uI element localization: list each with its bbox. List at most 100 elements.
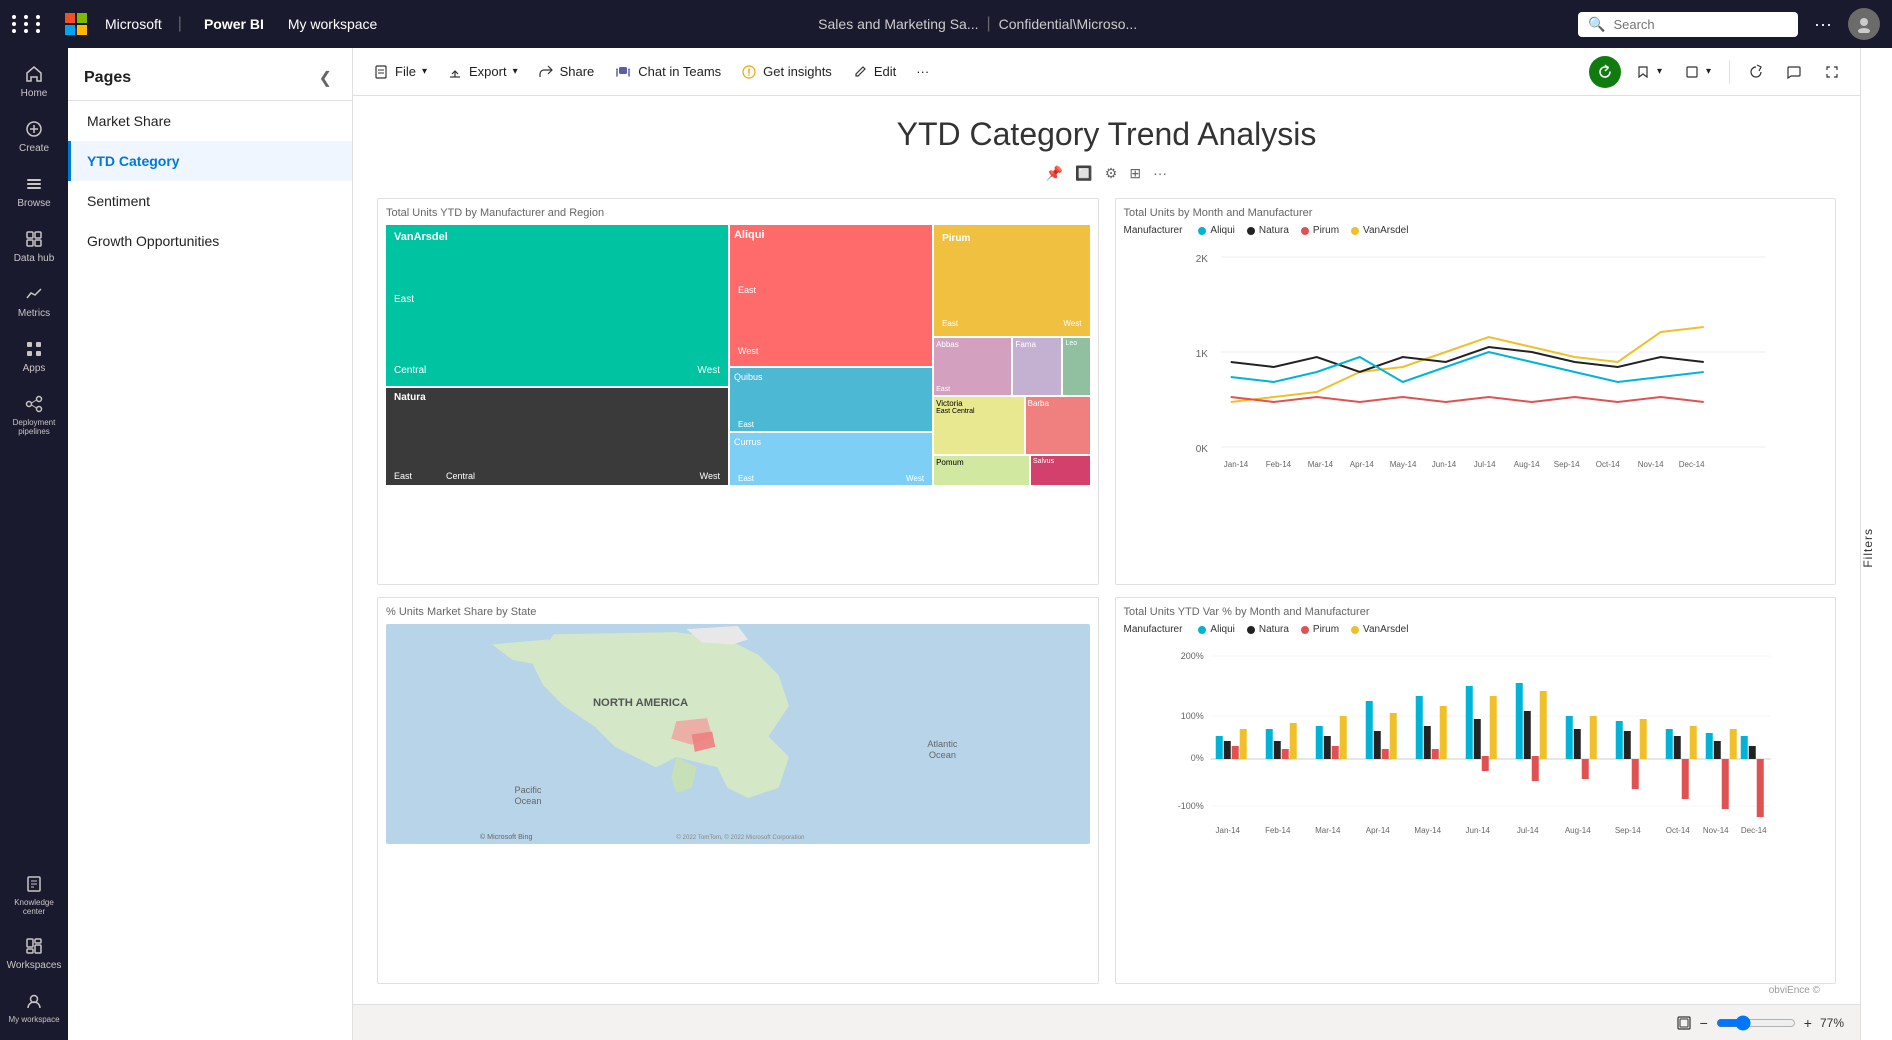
svg-text:Nov-14: Nov-14: [1702, 826, 1728, 835]
toolbar: File ▾ Export ▾: [353, 48, 1860, 96]
nav-workspaces[interactable]: Workspaces: [4, 928, 64, 979]
svg-text:Apr-14: Apr-14: [1365, 826, 1390, 835]
export-label: Export: [469, 64, 507, 79]
file-label: File: [395, 64, 416, 79]
search-input[interactable]: [1613, 17, 1773, 32]
sensitivity-label[interactable]: Confidential\Microso...: [999, 16, 1138, 32]
svg-text:Jul-14: Jul-14: [1516, 826, 1538, 835]
file-button[interactable]: File ▾: [365, 58, 435, 86]
page-market-share[interactable]: Market Share: [68, 101, 352, 141]
nav-metrics-label: Metrics: [18, 308, 50, 319]
insights-icon: [741, 64, 757, 80]
view-button[interactable]: ▾: [1676, 58, 1719, 86]
nav-data-hub[interactable]: Data hub: [4, 221, 64, 272]
toolbar-right: ▾ ▾: [1589, 56, 1848, 88]
page-sentiment[interactable]: Sentiment: [68, 181, 352, 221]
nav-deployment[interactable]: Deployment pipelines: [4, 386, 64, 444]
pin-icon[interactable]: 📌: [1046, 165, 1063, 182]
waffle-menu[interactable]: [12, 15, 45, 33]
zoom-out-button[interactable]: −: [1700, 1015, 1708, 1031]
svg-text:Atlantic: Atlantic: [927, 739, 958, 749]
treemap-barba: Barba: [1026, 397, 1090, 454]
top-bar: Microsoft | Power BI My workspace Sales …: [0, 0, 1892, 48]
report-main: YTD Category Trend Analysis 📌 🔲 ⚙ ⊞ ··· …: [377, 116, 1836, 984]
teams-icon: [614, 64, 632, 80]
edit-icon: [852, 64, 868, 80]
visual-more-icon[interactable]: ···: [1153, 165, 1167, 182]
toolbar-more-button[interactable]: ···: [908, 58, 937, 85]
chart4-legend: Manufacturer Aliqui Natura Pirum VanArsd…: [1124, 624, 1828, 635]
svg-text:Mar-14: Mar-14: [1315, 826, 1341, 835]
treemap-pomum: Pomum: [934, 456, 1029, 485]
filters-label[interactable]: Filters: [1861, 528, 1875, 568]
focus-icon[interactable]: 🔲: [1075, 165, 1092, 182]
svg-text:May-14: May-14: [1414, 826, 1441, 835]
left-nav: Home Create Browse: [0, 48, 68, 1040]
filter-icon[interactable]: ⚙: [1105, 165, 1118, 182]
export-button[interactable]: Export ▾: [439, 58, 526, 86]
svg-text:Jul-14: Jul-14: [1473, 460, 1495, 469]
svg-text:Apr-14: Apr-14: [1349, 460, 1374, 469]
nav-apps[interactable]: Apps: [4, 331, 64, 382]
edit-button[interactable]: Edit: [844, 58, 904, 86]
nav-home[interactable]: Home: [4, 56, 64, 107]
page-growth-opportunities[interactable]: Growth Opportunities: [68, 221, 352, 261]
credit-text: obviEnce ©: [1769, 985, 1820, 996]
nav-create-label: Create: [19, 143, 49, 154]
svg-text:Ocean: Ocean: [514, 796, 541, 806]
zoom-slider[interactable]: [1716, 1015, 1796, 1031]
insights-button[interactable]: Get insights: [733, 58, 840, 86]
chart4-title: Total Units YTD Var % by Month and Manuf…: [1124, 606, 1828, 618]
treemap-chart: Total Units YTD by Manufacturer and Regi…: [377, 198, 1099, 585]
reload-button[interactable]: [1740, 58, 1772, 86]
deployment-icon: [24, 394, 44, 414]
comment-button[interactable]: [1778, 58, 1810, 86]
toolbar-more-icon: ···: [916, 64, 929, 79]
fit-page-button[interactable]: [1676, 1015, 1692, 1031]
avatar[interactable]: [1848, 8, 1880, 40]
nav-knowledge[interactable]: Knowledge center: [4, 866, 64, 924]
share-button[interactable]: Share: [530, 58, 603, 86]
zoom-in-button[interactable]: +: [1804, 1015, 1812, 1031]
refresh-button[interactable]: [1589, 56, 1621, 88]
nav-workspaces-label: Workspaces: [7, 960, 62, 971]
nav-create[interactable]: Create: [4, 111, 64, 162]
more-options-button[interactable]: ···: [1810, 10, 1836, 39]
fullscreen-button[interactable]: [1816, 58, 1848, 86]
treemap-abbas: Abbas East: [934, 338, 1011, 395]
nav-my-workspace[interactable]: My workspace: [4, 983, 64, 1032]
map-svg: NORTH AMERICA Pacific Ocean Atlantic Oce…: [386, 624, 1090, 844]
nav-metrics[interactable]: Metrics: [4, 276, 64, 327]
page-ytd-category[interactable]: YTD Category: [68, 141, 352, 181]
treemap-natura: Natura East Central West: [386, 388, 728, 485]
svg-text:-100%: -100%: [1177, 801, 1203, 811]
nav-browse[interactable]: Browse: [4, 166, 64, 217]
create-icon: [24, 119, 44, 139]
treemap-victoria: Victoria East Central: [934, 397, 1024, 454]
treemap-leo: Leo: [1063, 338, 1089, 395]
bookmark-button[interactable]: ▾: [1627, 58, 1670, 86]
nav-deployment-label: Deployment pipelines: [8, 418, 60, 436]
file-icon: [373, 64, 389, 80]
treemap-pirum: Pirum East West: [934, 225, 1089, 336]
svg-text:Oct-14: Oct-14: [1595, 460, 1620, 469]
svg-text:Aug-14: Aug-14: [1564, 826, 1590, 835]
filters-panel: Filters: [1860, 48, 1892, 1040]
apps-icon: [24, 339, 44, 359]
treemap-currus: Currus East West: [730, 433, 932, 485]
expand-icon[interactable]: ⊞: [1129, 165, 1141, 182]
chart2-title: Total Units by Month and Manufacturer: [1124, 207, 1828, 219]
pages-header: Pages ❮: [68, 48, 352, 101]
workspaces-icon: [24, 936, 44, 956]
workspace-name[interactable]: My workspace: [288, 16, 377, 32]
chat-button[interactable]: Chat in Teams: [606, 58, 729, 86]
brand-name: Microsoft: [105, 16, 162, 32]
svg-text:© 2022 TomTom, © 2022 Microsof: © 2022 TomTom, © 2022 Microsoft Corporat…: [676, 834, 805, 841]
data-hub-icon: [24, 229, 44, 249]
nav-home-label: Home: [21, 88, 48, 99]
my-workspace-icon: [24, 991, 44, 1011]
pages-collapse-button[interactable]: ❮: [315, 64, 336, 92]
charts-top: Total Units YTD by Manufacturer and Regi…: [377, 198, 1836, 585]
search-box[interactable]: 🔍: [1578, 12, 1798, 37]
treemap-aliqui: Aliqui East West: [730, 225, 932, 366]
